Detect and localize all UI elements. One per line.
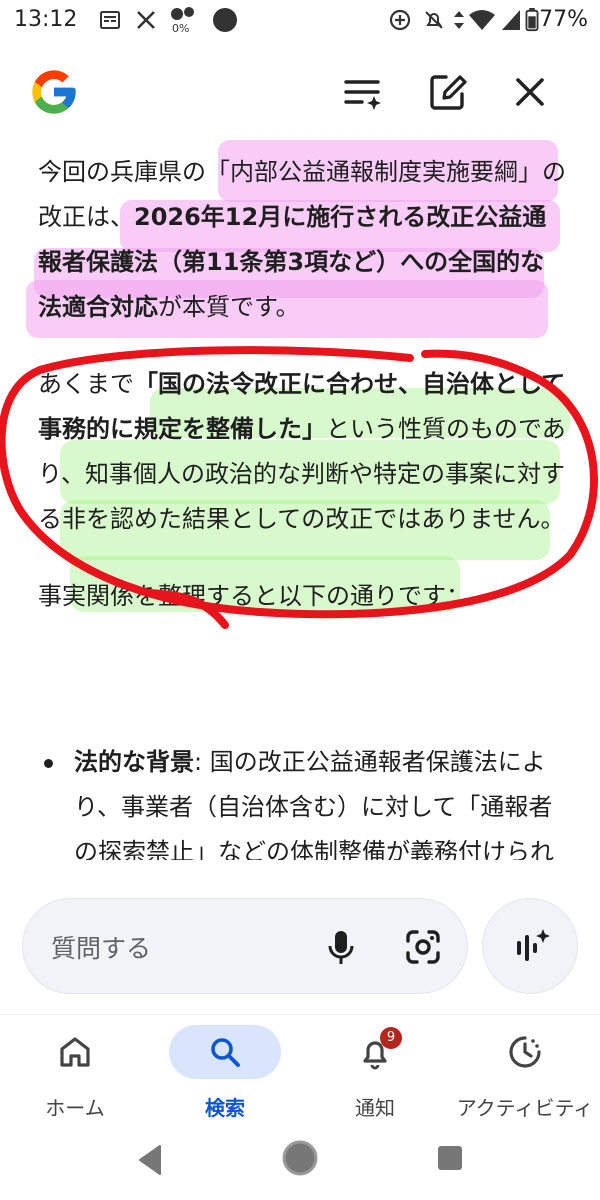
edit-icon[interactable] [424,68,472,116]
home-circle-icon[interactable] [280,1138,320,1178]
close-icon[interactable] [506,68,554,116]
customize-icon[interactable] [340,68,388,116]
activity-icon [509,1036,541,1068]
live-voice-button[interactable] [482,898,578,994]
content-fade [0,858,600,898]
nav-notifications[interactable]: 9 通知 [300,1025,450,1125]
lens-icon[interactable] [401,925,445,969]
back-icon[interactable] [134,1142,166,1178]
recents-icon[interactable] [436,1144,464,1172]
red-circle-annotation [0,346,598,629]
ask-placeholder: 質問する [51,934,152,963]
news-icon [100,11,120,29]
app-header [0,50,600,134]
battery-icon [525,8,539,32]
system-navigation [0,1124,600,1200]
ask-input[interactable]: 質問する [22,898,468,994]
search-icon [211,1038,240,1067]
vpn-icon [389,9,411,31]
wifi-icon [469,10,495,30]
home-icon [60,1037,90,1067]
no-sim-icon [502,10,520,30]
answer-text: が本質です。 [158,293,300,321]
battery-percent: 77% [539,7,588,32]
bullet-text: 法的な背景: 国の改正公益通報者保護法により、事業者（自治体含む）に対して「通報… [74,740,568,860]
status-time: 13:12 [14,7,78,32]
data-transfer-icon [454,11,464,29]
bottom-navigation: ホーム 検索 9 通知 アクティビティ [0,1014,600,1125]
status-bar: 13:12 0% 77% [0,0,600,44]
nav-search[interactable]: 検索 [150,1025,300,1125]
bullet-dot [44,759,53,768]
x-icon [137,11,155,29]
live-voice-icon [517,929,550,961]
data-saver-percent: 0% [172,22,190,35]
nav-label: 検索 [205,1096,245,1120]
bullet-label: 法的な背景 [74,748,194,776]
notification-badge: 9 [380,1027,402,1049]
circle-icon [213,8,237,32]
data-saver-icon: 0% [168,4,198,40]
answer-paragraph-1: 今回の兵庫県の「内部公益通報制度実施要綱」の改正は、2026年12月に施行される… [38,150,568,330]
nav-label: 通知 [355,1096,395,1120]
nav-label: アクティビティ [456,1096,594,1120]
nav-label: ホーム [45,1096,105,1120]
google-logo [32,70,76,114]
nav-activity[interactable]: アクティビティ [450,1025,600,1125]
silent-icon [425,11,443,29]
nav-home[interactable]: ホーム [0,1025,150,1125]
list-item: 法的な背景: 国の改正公益通報者保護法により、事業者（自治体含む）に対して「通報… [38,740,568,860]
mic-icon[interactable] [319,925,363,969]
